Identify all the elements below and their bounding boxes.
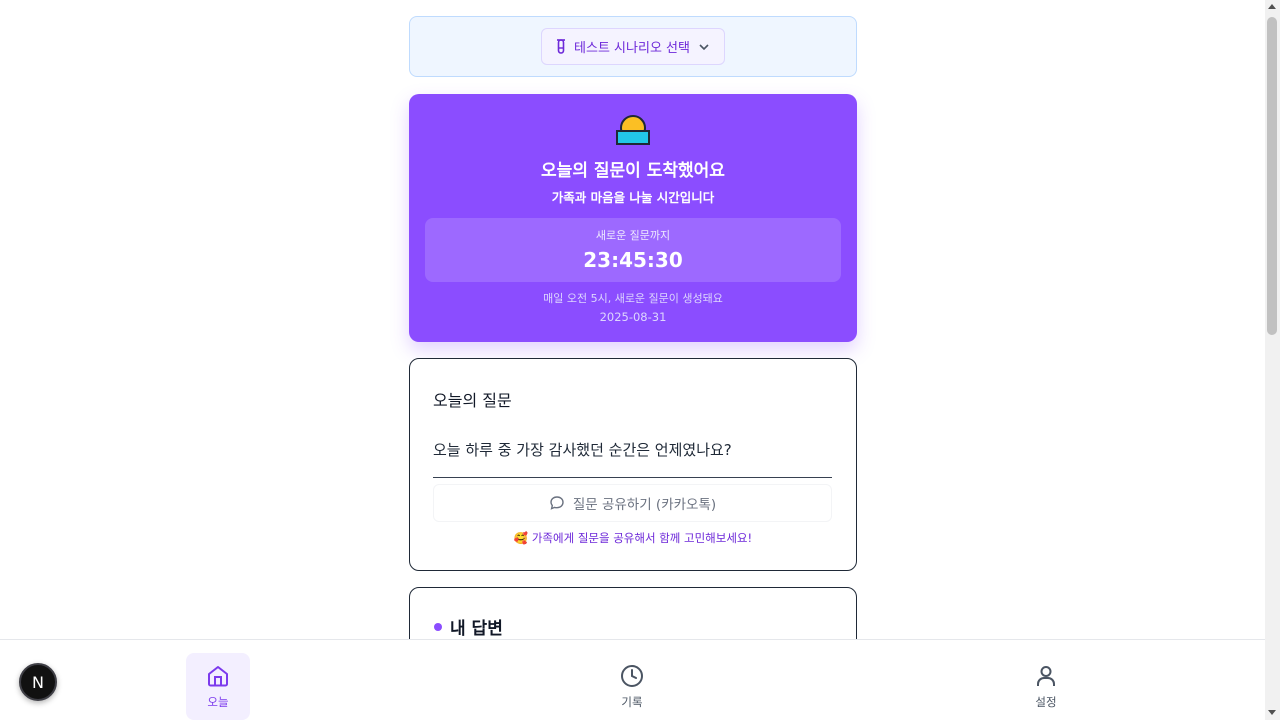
divider [433, 477, 832, 478]
test-tube-icon [557, 38, 566, 54]
bullet-dot [434, 623, 442, 631]
banner-title: 오늘의 질문이 도착했어요 [541, 161, 725, 181]
clock-icon [621, 665, 643, 687]
bottom-navigation: 오늘 기록 설정 [0, 639, 1265, 720]
sunrise-icon [616, 115, 650, 145]
dev-tools-letter: N [32, 672, 44, 692]
question-text: 오늘 하루 중 가장 감사했던 순간은 언제였나요? [433, 441, 732, 459]
question-arrival-banner: 오늘의 질문이 도착했어요 가족과 마음을 나눌 시간입니다 새로운 질문까지 … [409, 94, 857, 342]
question-card-title: 오늘의 질문 [433, 391, 512, 410]
app-main: 테스트 시나리오 선택 오늘의 질문이 도착했어요 가족과 마음을 나눌 시간입… [0, 0, 1265, 720]
nav-item-today[interactable]: 오늘 [186, 653, 250, 720]
schedule-note: 매일 오전 5시, 새로운 질문이 생성돼요 [543, 292, 723, 305]
user-icon [1037, 666, 1055, 686]
my-answer-title: 내 답변 [450, 619, 503, 639]
share-button-label: 질문 공유하기 (카카오톡) [572, 497, 717, 513]
scenario-select-label: 테스트 시나리오 선택 [574, 41, 690, 56]
nav-label-today: 오늘 [207, 695, 229, 709]
share-question-button[interactable]: 질문 공유하기 (카카오톡) [433, 484, 832, 522]
scrollbar[interactable] [1265, 0, 1280, 720]
share-hint: 🥰 가족에게 질문을 공유해서 함께 고민해보세요! [513, 531, 753, 545]
chevron-down-icon [699, 43, 709, 50]
countdown-label: 새로운 질문까지 [595, 229, 671, 242]
countdown-box: 새로운 질문까지 23:45:30 [425, 218, 841, 282]
nav-label-settings: 설정 [1035, 695, 1057, 709]
dev-tools-badge[interactable]: N [19, 663, 57, 701]
scenario-select-button[interactable]: 테스트 시나리오 선택 [541, 28, 725, 65]
chat-bubble-icon [550, 496, 564, 510]
today-question-card: 오늘의 질문 오늘 하루 중 가장 감사했던 순간은 언제였나요? 질문 공유하… [409, 358, 857, 571]
scenario-bar: 테스트 시나리오 선택 [409, 16, 857, 77]
nav-item-history[interactable]: 기록 [600, 653, 664, 720]
current-date: 2025-08-31 [599, 310, 667, 324]
scroll-up-arrow-icon[interactable] [1268, 4, 1276, 9]
nav-label-history: 기록 [621, 695, 643, 709]
banner-subtitle: 가족과 마음을 나눌 시간입니다 [551, 190, 715, 205]
scroll-down-arrow-icon[interactable] [1268, 710, 1276, 715]
home-icon [208, 666, 228, 687]
nav-item-settings[interactable]: 설정 [1014, 653, 1078, 720]
countdown-timer: 23:45:30 [583, 248, 683, 272]
scrollbar-thumb[interactable] [1267, 17, 1277, 335]
